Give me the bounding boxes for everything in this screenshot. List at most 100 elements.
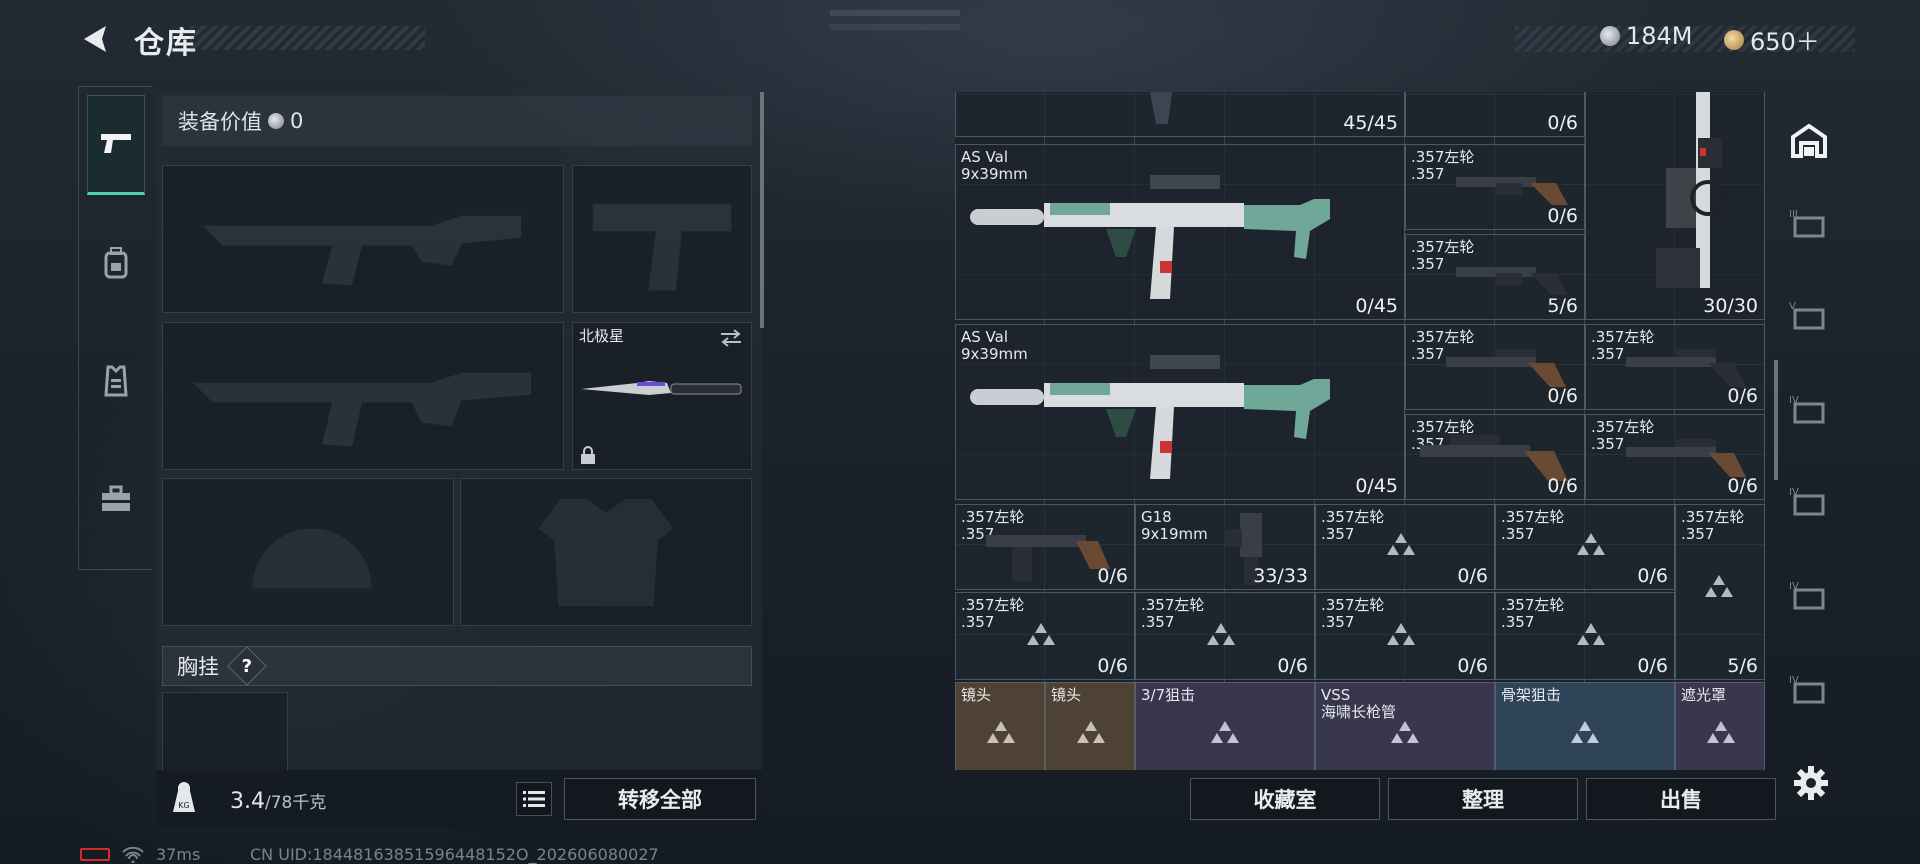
- item-count: 30/30: [1703, 295, 1758, 317]
- grid-item-top-2[interactable]: 0/6: [1405, 92, 1585, 137]
- item-name: 3/7狙击: [1141, 686, 1196, 704]
- item-name: .357左轮 .357: [1321, 508, 1385, 543]
- pistol-slot[interactable]: [572, 165, 752, 313]
- melee-name: 北极星: [579, 327, 625, 345]
- category-iv-case[interactable]: IV: [1786, 666, 1832, 712]
- swap-icon[interactable]: [719, 329, 743, 347]
- list-view-button[interactable]: [516, 782, 552, 816]
- organize-button[interactable]: 整理: [1388, 778, 1578, 820]
- transfer-all-button[interactable]: 转移全部: [564, 778, 756, 820]
- toolbox-icon: [102, 485, 130, 511]
- rarity-triangle-icon: [1571, 721, 1599, 743]
- case-iv-icon: IV: [1789, 675, 1825, 704]
- grid-item-revolver[interactable]: .357左轮 .357 0/6: [1495, 504, 1675, 590]
- grid-item-sniper[interactable]: 30/30: [1585, 92, 1765, 320]
- tab-vest[interactable]: [87, 331, 145, 431]
- rifle-image: [970, 175, 1330, 299]
- item-count: 0/6: [1547, 385, 1578, 407]
- grid-item-revolver[interactable]: .357左轮 .357 0/6: [1585, 324, 1765, 410]
- help-icon[interactable]: ?: [227, 646, 267, 686]
- grid-item-revolver[interactable]: .357左轮 .357 0/6: [1585, 414, 1765, 500]
- grid-item-revolver[interactable]: .357左轮 .357 0/6: [1315, 592, 1495, 680]
- item-name: .357左轮 .357: [1141, 596, 1205, 631]
- knife-icon: [581, 381, 742, 395]
- helmet-slot[interactable]: [162, 478, 454, 626]
- grid-item-revolver[interactable]: .357左轮 .357 0/6: [1405, 414, 1585, 500]
- warehouse-grid[interactable]: 45/45 0/6 AS Val 9x39mm 0/45 AS Val 9x39…: [955, 92, 1765, 770]
- grid-item-lens-hood[interactable]: 遮光罩: [1675, 682, 1765, 770]
- grid-item-lens[interactable]: 镜头: [955, 682, 1045, 770]
- tab-weapons[interactable]: [87, 95, 145, 195]
- primary-weapon-slot-2[interactable]: [162, 322, 564, 470]
- category-v-case[interactable]: V: [1786, 292, 1832, 338]
- sell-button[interactable]: 出售: [1586, 778, 1776, 820]
- item-count: 0/6: [1097, 655, 1128, 677]
- item-count: 0/6: [1637, 655, 1668, 677]
- armor-slot[interactable]: [460, 478, 752, 626]
- battery-icon: [80, 848, 110, 861]
- uid-text: CN UID:18448163851596448152O_20260608002…: [250, 845, 659, 864]
- gold-currency[interactable]: 650＋: [1724, 22, 1820, 57]
- grid-item-revolver[interactable]: .357左轮 .357 0/6: [1495, 592, 1675, 680]
- rifle-image: [970, 355, 1330, 479]
- melee-slot[interactable]: 北极星: [572, 322, 752, 470]
- grid-item-top-1[interactable]: 45/45: [955, 92, 1405, 137]
- loadout-scrollbar[interactable]: [760, 92, 764, 328]
- grid-item-revolver[interactable]: .357左轮 .357 0/6: [955, 504, 1135, 590]
- chest-rig-slot[interactable]: [162, 692, 288, 772]
- item-name: 遮光罩: [1681, 686, 1727, 704]
- silver-currency[interactable]: 184M: [1600, 22, 1693, 50]
- gear-icon[interactable]: [1792, 764, 1830, 802]
- category-iv-case[interactable]: IV: [1786, 572, 1832, 618]
- grid-item-asval-1[interactable]: AS Val 9x39mm 0/45: [955, 144, 1405, 320]
- rifle-silhouette-icon: [192, 372, 532, 447]
- category-iv-case[interactable]: IV: [1786, 478, 1832, 524]
- silver-coin-icon: [1600, 26, 1620, 46]
- collection-room-button[interactable]: 收藏室: [1190, 778, 1380, 820]
- primary-weapon-slot-1[interactable]: [162, 165, 564, 313]
- back-arrow-icon[interactable]: [78, 22, 112, 56]
- item-name: 骨架狙击: [1501, 686, 1562, 704]
- category-iii-case[interactable]: III: [1786, 200, 1832, 246]
- tab-toolbox[interactable]: [87, 449, 145, 549]
- item-name: .357左轮 .357: [1501, 508, 1565, 543]
- rarity-triangle-icon: [1577, 623, 1605, 645]
- grid-item-revolver[interactable]: .357左轮 .357 0/6: [1405, 144, 1585, 230]
- item-count: 0/45: [1355, 295, 1398, 317]
- svg-text:KG: KG: [178, 801, 189, 810]
- item-count: 33/33: [1253, 565, 1308, 587]
- grid-item-lens[interactable]: 镜头: [1045, 682, 1135, 770]
- grid-item-sniper-scope[interactable]: 3/7狙击: [1135, 682, 1315, 770]
- category-warehouse[interactable]: [1786, 118, 1832, 164]
- rifle-silhouette-icon: [202, 215, 522, 286]
- grid-item-vss-barrel[interactable]: VSS 海啸长枪管: [1315, 682, 1495, 770]
- rarity-triangle-icon: [1211, 721, 1239, 743]
- item-count: 0/6: [1097, 565, 1128, 587]
- grid-item-revolver[interactable]: .357左轮 .357 0/6: [1135, 592, 1315, 680]
- item-name: 镜头: [961, 686, 992, 704]
- grid-item-revolver[interactable]: .357左轮 .357 0/6: [1405, 324, 1585, 410]
- warehouse-icon: [1791, 123, 1827, 158]
- item-count: 0/6: [1277, 655, 1308, 677]
- grid-item-revolver[interactable]: .357左轮 .357 5/6: [1675, 504, 1765, 680]
- ping-readout: 37ms: [156, 845, 201, 864]
- rarity-triangle-icon: [1207, 623, 1235, 645]
- case-iv-icon: IV: [1789, 581, 1825, 610]
- lock-icon: [581, 446, 595, 464]
- grid-item-g18[interactable]: G18 9x19mm 33/33: [1135, 504, 1315, 590]
- item-name: .357左轮 .357: [1321, 596, 1385, 631]
- grid-item-skeleton-stock[interactable]: 骨架狙击: [1495, 682, 1675, 770]
- case-iv-icon: IV: [1789, 487, 1825, 516]
- item-count: 0/6: [1727, 385, 1758, 407]
- pistol-silhouette-icon: [592, 203, 732, 291]
- grid-item-asval-2[interactable]: AS Val 9x39mm 0/45: [955, 324, 1405, 500]
- gold-amount: 650＋: [1750, 28, 1820, 56]
- tab-backpack[interactable]: [87, 213, 145, 313]
- category-iv-case[interactable]: IV: [1786, 386, 1832, 432]
- chest-rig-label: 胸挂: [177, 655, 219, 679]
- grid-item-revolver[interactable]: .357左轮 .357 0/6: [1315, 504, 1495, 590]
- grid-item-revolver[interactable]: .357左轮 .357 0/6: [955, 592, 1135, 680]
- rarity-triangle-icon: [1391, 721, 1419, 743]
- grid-item-revolver[interactable]: .357左轮 .357 5/6: [1405, 234, 1585, 320]
- item-count: 0/45: [1355, 475, 1398, 497]
